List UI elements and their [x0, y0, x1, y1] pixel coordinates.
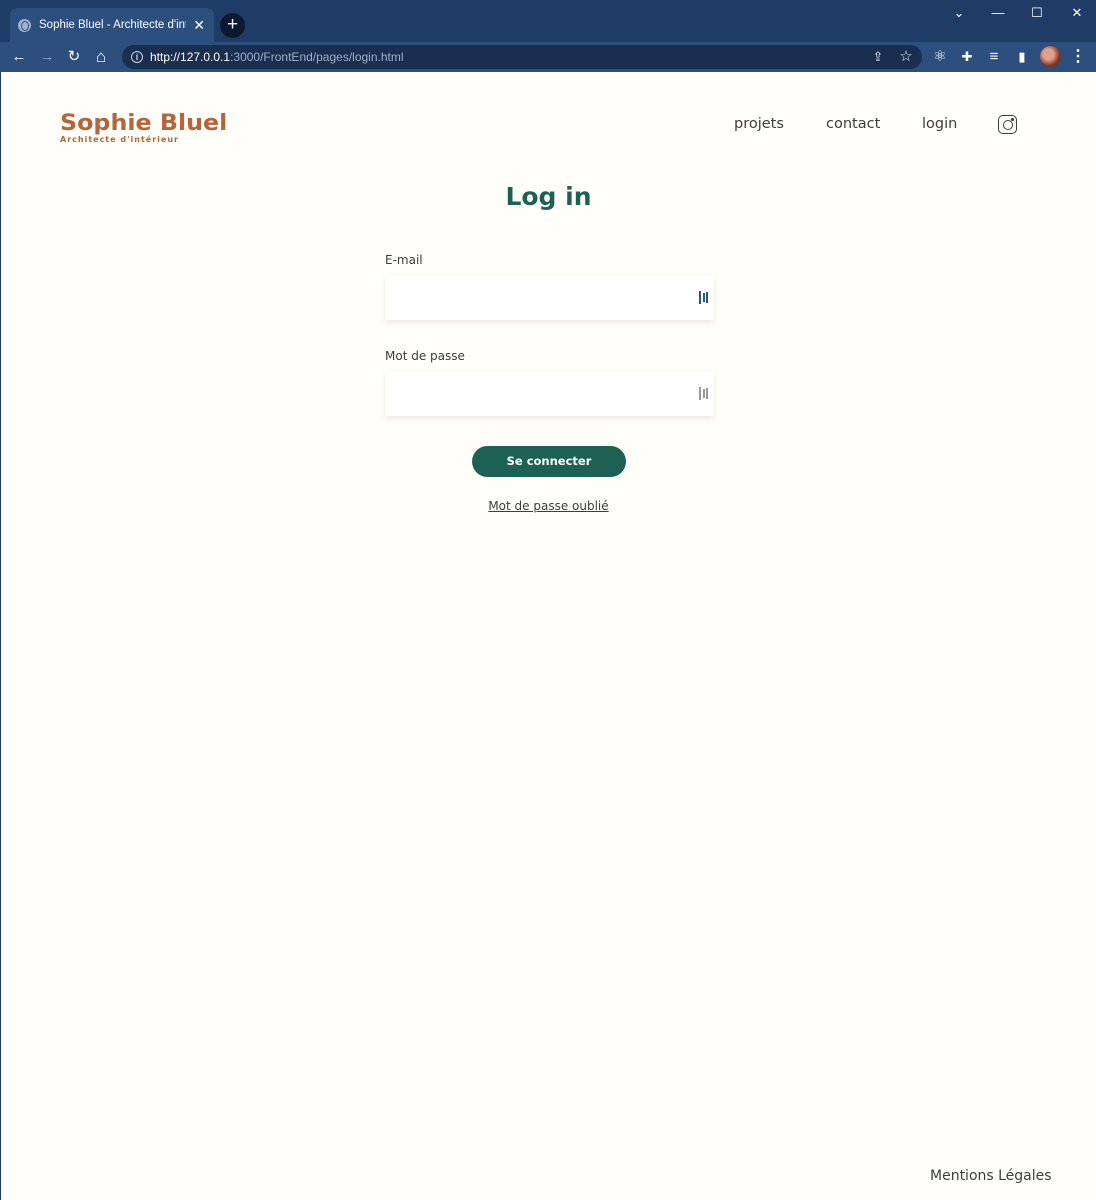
- back-arrow-icon[interactable]: ←: [8, 46, 30, 68]
- page-viewport: Sophie Bluel Architecte d'intérieur proj…: [1, 72, 1096, 1200]
- browser-menu-icon[interactable]: ⋮: [1068, 46, 1088, 68]
- email-label: E-mail: [385, 253, 423, 267]
- forward-arrow-icon[interactable]: →: [36, 46, 58, 68]
- bookmark-star-icon[interactable]: ☆: [896, 47, 916, 67]
- globe-icon: [18, 18, 31, 32]
- browser-titlebar: Sophie Bluel - Architecte d'intérieur ✕ …: [0, 0, 1096, 42]
- password-manager-icon[interactable]: [699, 291, 709, 304]
- reload-icon[interactable]: ↻: [63, 46, 85, 68]
- login-submit-button[interactable]: Se connecter: [472, 446, 626, 477]
- browser-toolbar: ← → ↻ ⌂ i http://127.0.0.1:3000/FrontEnd…: [0, 42, 1096, 72]
- new-tab-button[interactable]: +: [220, 13, 245, 38]
- nav-link-login[interactable]: login: [922, 116, 957, 132]
- forgot-password-link[interactable]: Mot de passe oublié: [1, 499, 1096, 513]
- home-icon[interactable]: ⌂: [90, 46, 112, 68]
- close-window-button[interactable]: ✕: [1065, 4, 1089, 22]
- media-control-icon[interactable]: ≡: [983, 46, 1005, 68]
- extensions-puzzle-icon[interactable]: ✚: [956, 46, 978, 68]
- url-text[interactable]: http://127.0.0.1:3000/FrontEnd/pages/log…: [150, 50, 404, 64]
- password-label: Mot de passe: [385, 349, 465, 363]
- site-info-icon[interactable]: i: [131, 51, 143, 63]
- url-path: :3000/FrontEnd/pages/login.html: [230, 50, 404, 64]
- minimize-button[interactable]: —: [986, 4, 1010, 22]
- legal-notice-link[interactable]: Mentions Légales: [930, 1168, 1052, 1184]
- share-icon[interactable]: ⇪: [868, 47, 888, 67]
- maximize-button[interactable]: ☐: [1025, 4, 1049, 22]
- instagram-icon[interactable]: [998, 115, 1017, 134]
- tab-title: Sophie Bluel - Architecte d'intérieur: [39, 19, 187, 31]
- address-bar[interactable]: i http://127.0.0.1:3000/FrontEnd/pages/l…: [122, 45, 922, 69]
- nav-link-projects[interactable]: projets: [734, 116, 784, 132]
- email-field-wrapper: [385, 275, 714, 320]
- main-nav: projets contact login: [1, 114, 1096, 138]
- side-panel-icon[interactable]: ▮: [1011, 46, 1033, 68]
- react-devtools-icon[interactable]: ⚛: [929, 46, 951, 68]
- nav-link-contact[interactable]: contact: [826, 116, 880, 132]
- chevron-down-icon[interactable]: ⌄: [947, 4, 971, 22]
- profile-avatar[interactable]: [1040, 46, 1061, 67]
- password-field-wrapper: [385, 371, 714, 416]
- password-manager-icon[interactable]: [699, 387, 709, 400]
- password-field[interactable]: [385, 371, 714, 416]
- email-field[interactable]: [385, 275, 714, 320]
- page-title: Log in: [505, 182, 592, 211]
- close-tab-icon[interactable]: ✕: [192, 18, 206, 32]
- browser-tab[interactable]: Sophie Bluel - Architecte d'intérieur ✕: [10, 8, 214, 42]
- url-host: http://127.0.0.1: [150, 50, 231, 64]
